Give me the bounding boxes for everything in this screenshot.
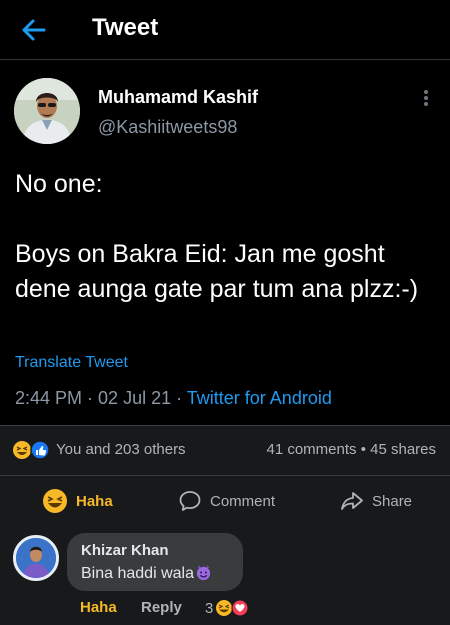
tweet-text: No one: Boys on Bakra Eid: Jan me gosht …	[15, 170, 419, 303]
meta-separator: ·	[171, 388, 187, 408]
comment-reaction-count: 3	[205, 599, 214, 617]
avatar-photo	[14, 78, 80, 144]
comment-bubble: Khizar Khan Bina haddi wala	[67, 533, 243, 591]
share-label: Share	[372, 492, 413, 510]
comment-text: Bina haddi wala	[81, 564, 212, 583]
tweet-date: 02 Jul 21	[98, 388, 172, 408]
header-bar: Tweet	[0, 0, 450, 60]
share-arrow-icon	[341, 492, 363, 510]
haha-icon	[13, 441, 31, 459]
reaction-count[interactable]: You and 203 others	[56, 441, 186, 458]
comment-haha-button[interactable]: Haha	[80, 599, 117, 616]
author-name[interactable]: Muhamamd Kashif	[98, 87, 258, 108]
comment-thread: Khizar Khan Bina haddi wala Haha Reply 3	[0, 525, 450, 625]
meta-separator: ·	[82, 388, 99, 408]
author-handle[interactable]: @Kashiitweets98	[98, 117, 237, 138]
haha-reaction-button[interactable]: Haha	[42, 488, 113, 514]
tweet-client-link[interactable]: Twitter for Android	[187, 388, 332, 408]
commenter-name[interactable]: Khizar Khan	[81, 542, 169, 559]
comment-reactions[interactable]: 3	[205, 599, 249, 617]
translate-tweet-link[interactable]: Translate Tweet	[15, 354, 128, 372]
comment-body: Bina haddi wala	[81, 565, 194, 582]
smiling-devil-emoji-icon	[196, 564, 211, 581]
more-options-icon[interactable]	[420, 88, 432, 110]
arrow-left-icon	[22, 19, 46, 41]
comment-bubble-icon	[179, 491, 201, 511]
comment-label: Comment	[210, 492, 276, 510]
page-title: Tweet	[92, 14, 159, 41]
commenter-avatar[interactable]	[13, 535, 59, 581]
share-button[interactable]: Share	[340, 488, 412, 514]
love-icon	[231, 599, 249, 617]
stats-dot: •	[356, 441, 371, 458]
commenter-photo	[16, 538, 56, 578]
comment-button[interactable]: Comment	[178, 488, 275, 514]
haha-label: Haha	[76, 492, 113, 510]
post-stats-bar: You and 203 others 41 comments • 45 shar…	[0, 425, 450, 475]
back-button[interactable]	[18, 14, 50, 46]
post-counts: 41 comments • 45 shares	[266, 441, 436, 458]
share-count[interactable]: 45 shares	[370, 441, 436, 458]
reaction-icons[interactable]	[12, 440, 52, 460]
comment-count[interactable]: 41 comments	[266, 441, 356, 458]
comment-reply-button[interactable]: Reply	[141, 599, 182, 616]
haha-icon	[43, 489, 67, 513]
post-action-bar: Haha Comment Share	[0, 475, 450, 525]
author-avatar[interactable]	[14, 78, 80, 144]
tweet-time: 2:44 PM	[15, 388, 83, 408]
tweet-meta: 2:44 PM · 02 Jul 21 · Twitter for Androi…	[15, 388, 332, 409]
like-icon	[30, 440, 50, 460]
